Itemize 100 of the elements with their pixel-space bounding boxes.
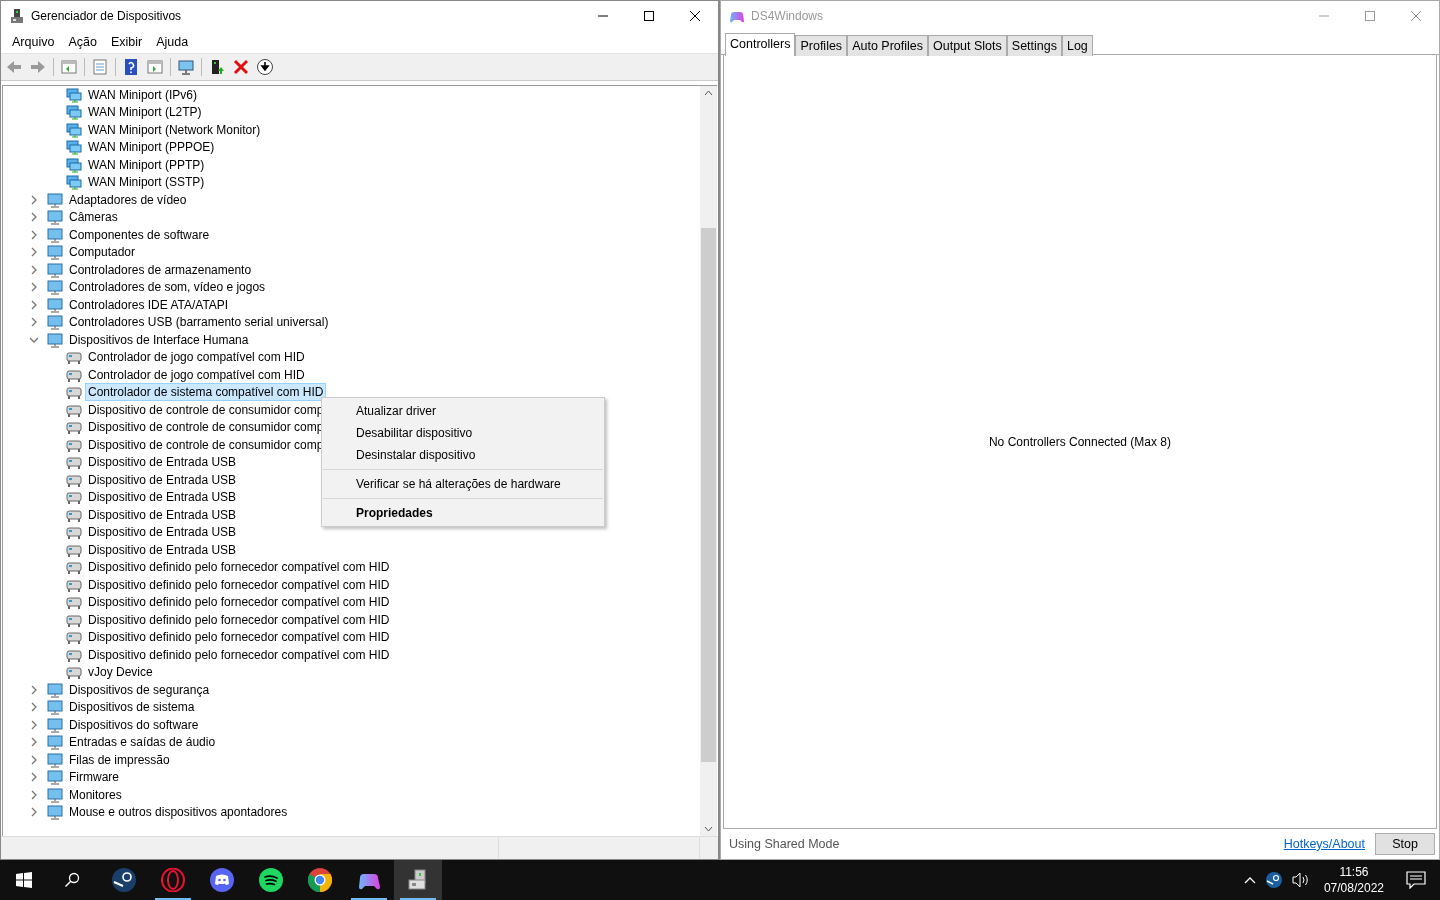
tree-item[interactable]: vJoy Device [85, 663, 156, 682]
tab[interactable]: Settings [1006, 35, 1062, 56]
tree-item[interactable]: Dispositivos do software [66, 715, 202, 734]
scroll-up-icon[interactable] [704, 90, 713, 96]
tree-item[interactable]: Dispositivo de Entrada USB [85, 488, 240, 507]
window-icon[interactable] [60, 58, 78, 76]
download-icon[interactable] [256, 58, 274, 76]
menu-item[interactable]: Ação [61, 35, 104, 49]
expand-chevron-icon[interactable] [29, 264, 39, 275]
tree-item[interactable]: Dispositivo de Entrada USB [85, 505, 240, 524]
tree-item[interactable]: Dispositivo definido pelo fornecedor compatível com HID [85, 645, 393, 664]
tree-item[interactable]: Dispositivos de segurança [66, 680, 213, 699]
tab[interactable]: Log [1061, 35, 1093, 56]
tree-item[interactable]: Mouse e outros dispositivos apontadores [66, 803, 291, 822]
scrollbar[interactable] [700, 86, 717, 836]
expand-chevron-icon[interactable] [29, 194, 39, 205]
tree-item[interactable]: WAN Miniport (SSTP) [85, 173, 208, 192]
steam-icon[interactable] [1265, 872, 1282, 888]
mode-status: Using Shared Mode [729, 837, 840, 851]
tree-item[interactable]: WAN Miniport (PPTP) [85, 155, 208, 174]
expand-chevron-icon[interactable] [29, 299, 39, 310]
gamepad-icon [66, 489, 82, 506]
expand-chevron-icon[interactable] [29, 737, 39, 748]
tree-item[interactable]: Computador [66, 243, 139, 262]
tree-item[interactable]: WAN Miniport (PPPOE) [85, 138, 218, 157]
tree-item[interactable]: Dispositivo definido pelo fornecedor compatível com HID [85, 610, 393, 629]
tree-item[interactable]: Monitores [66, 785, 125, 804]
monitor-icon[interactable] [177, 58, 195, 76]
tree-item[interactable]: WAN Miniport (L2TP) [85, 103, 205, 122]
expand-chevron-icon[interactable] [29, 282, 39, 293]
device-icon [47, 734, 63, 751]
opera-icon [161, 868, 185, 892]
expand-chevron-icon[interactable] [29, 772, 39, 783]
expand-chevron-icon[interactable] [29, 702, 39, 713]
steam-icon [112, 868, 136, 892]
help-icon[interactable] [122, 58, 140, 76]
device-icon [47, 209, 63, 226]
tree-item[interactable]: Componentes de software [66, 225, 213, 244]
expand-chevron-icon[interactable] [29, 807, 39, 818]
stop-button[interactable]: Stop [1375, 833, 1435, 855]
context-menu-item[interactable]: Desabilitar dispositivo [322, 422, 604, 444]
tree-item[interactable]: Dispositivo de Entrada USB [85, 470, 240, 489]
tree-item[interactable]: Firmware [66, 768, 122, 787]
device-icon [47, 261, 63, 278]
tree-item[interactable]: Câmeras [66, 208, 121, 227]
window-icon[interactable] [146, 58, 164, 76]
expand-chevron-icon[interactable] [29, 212, 39, 223]
tree-item[interactable]: Controlador de jogo compatível com HID [85, 348, 308, 367]
menu-item[interactable]: Arquivo [5, 35, 62, 49]
tree-item[interactable]: Controladores USB (barramento serial universal) [66, 313, 332, 332]
tree-item[interactable]: WAN Miniport (Network Monitor) [85, 120, 264, 139]
chevron-up-icon[interactable] [1243, 876, 1256, 884]
taskbar-app[interactable] [394, 860, 442, 900]
expand-chevron-icon[interactable] [29, 719, 39, 730]
tree-item[interactable]: Adaptadores de vídeo [66, 190, 190, 209]
context-menu-item[interactable]: Verificar se há alterações de hardware [322, 473, 604, 495]
tab[interactable]: Auto Profiles [847, 35, 928, 56]
back-icon[interactable] [5, 58, 23, 76]
menu-item[interactable]: Exibir [103, 35, 150, 49]
scroll-down-icon[interactable] [704, 826, 713, 832]
spotify-icon [259, 868, 283, 892]
context-menu-item[interactable]: Atualizar driver [322, 400, 604, 422]
tree-item[interactable]: Controlador de sistema compatível com HID [85, 383, 327, 402]
tree-item[interactable]: Dispositivo de Entrada USB [85, 453, 240, 472]
discord-icon [210, 868, 234, 892]
menu-item[interactable]: Ajuda [149, 35, 196, 49]
tree-item[interactable]: Filas de impressão [66, 750, 173, 769]
tree-item[interactable]: Dispositivo de Entrada USB [85, 523, 240, 542]
hotkeys-link[interactable]: Hotkeys/About [1283, 837, 1365, 851]
expand-chevron-icon[interactable] [29, 229, 39, 240]
tree-item[interactable]: Dispositivos de Interface Humana [66, 330, 252, 349]
tree-item[interactable]: Dispositivo definido pelo fornecedor compatível com HID [85, 628, 393, 647]
tree-item[interactable]: Controladores IDE ATA/ATAPI [66, 295, 232, 314]
context-menu-item[interactable]: Propriedades [322, 502, 604, 524]
tree-item[interactable]: WAN Miniport (IPv6) [85, 86, 200, 104]
tree-item[interactable]: Entradas e saídas de áudio [66, 733, 219, 752]
tab[interactable]: Controllers [725, 33, 796, 56]
expand-chevron-icon[interactable] [29, 754, 39, 765]
tab[interactable]: Output Slots [928, 35, 1007, 56]
tree-item[interactable]: Dispositivo definido pelo fornecedor compatível com HID [85, 593, 393, 612]
tree-item[interactable]: Controlador de jogo compatível com HID [85, 365, 308, 384]
tab[interactable]: Profiles [795, 35, 848, 56]
tree-item[interactable]: Dispositivos de sistema [66, 698, 198, 717]
context-menu-item[interactable]: Desinstalar dispositivo [322, 444, 604, 466]
forward-icon[interactable] [29, 58, 47, 76]
expand-chevron-icon[interactable] [29, 684, 39, 695]
expand-chevron-icon[interactable] [29, 317, 39, 328]
expand-chevron-icon[interactable] [29, 789, 39, 800]
tree-item[interactable]: Dispositivo definido pelo fornecedor compatível com HID [85, 558, 393, 577]
tree-item[interactable]: Dispositivo de Entrada USB [85, 540, 240, 559]
scroll-thumb[interactable] [701, 228, 716, 762]
volume-icon[interactable] [1291, 872, 1310, 888]
tree-item[interactable]: Dispositivo definido pelo fornecedor compatível com HID [85, 575, 393, 594]
expand-chevron-icon[interactable] [29, 247, 39, 258]
delete-icon[interactable] [232, 58, 250, 76]
notification-icon[interactable] [1406, 871, 1426, 889]
clock-date[interactable]: 07/08/2022 [1323, 880, 1384, 896]
tree-item[interactable]: Controladores de som, vídeo e jogos [66, 278, 269, 297]
clock-time[interactable]: 11:56 [1339, 864, 1369, 880]
tree-item[interactable]: Controladores de armazenamento [66, 260, 255, 279]
